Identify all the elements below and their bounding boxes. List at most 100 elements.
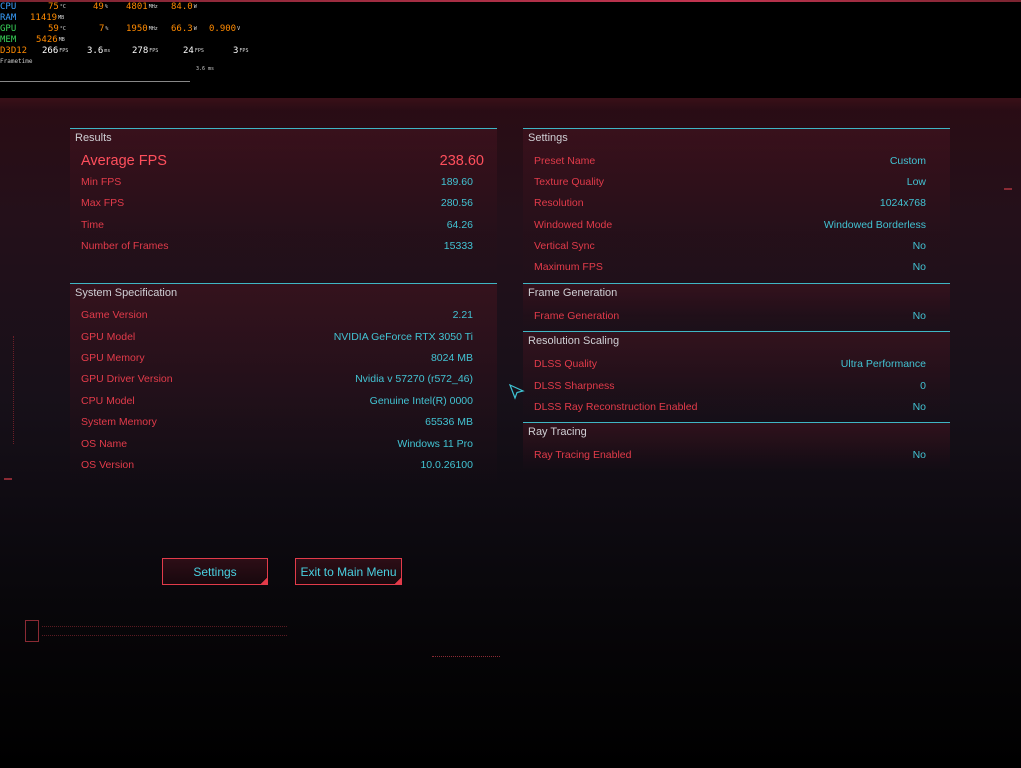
edge-marker bbox=[4, 478, 12, 480]
osd-gpu-volt: 0.900V bbox=[209, 24, 241, 34]
setting-value: Low bbox=[906, 176, 926, 188]
setting-label: Preset Name bbox=[534, 155, 596, 167]
setting-label: DLSS Ray Reconstruction Enabled bbox=[534, 401, 698, 413]
setting-row: DLSS Ray Reconstruction Enabled No bbox=[534, 397, 926, 417]
setting-row: Maximum FPS No bbox=[534, 257, 926, 277]
ray-tracing-section: Ray Tracing Ray Tracing Enabled No bbox=[523, 422, 950, 471]
osd-fps-min: 3FPS bbox=[233, 46, 249, 56]
settings-title: Settings bbox=[528, 132, 568, 144]
setting-row: DLSS Quality Ultra Performance bbox=[534, 354, 926, 374]
spec-label: CPU Model bbox=[81, 395, 135, 407]
spec-label: Game Version bbox=[81, 309, 148, 321]
spec-value: Genuine Intel(R) 0000 bbox=[369, 395, 473, 407]
performance-overlay: CPU 75°C 49% 4801MHz 84.0W RAM 11419MB G… bbox=[0, 0, 260, 62]
osd-gpu-clock: 1950MHz bbox=[126, 24, 158, 34]
spec-row: GPU Model NVIDIA GeForce RTX 3050 Ti bbox=[81, 327, 473, 347]
osd-ram-label: RAM bbox=[0, 13, 17, 23]
setting-label: Resolution bbox=[534, 197, 584, 209]
osd-cpu-load: 49% bbox=[93, 2, 108, 12]
setting-row: Preset Name Custom bbox=[534, 151, 926, 171]
mouse-cursor-icon bbox=[509, 384, 525, 400]
osd-gpu-power: 66.3W bbox=[171, 24, 197, 34]
osd-frametime-ms: 3.6 ms bbox=[196, 66, 215, 72]
spec-row: Game Version 2.21 bbox=[81, 305, 473, 325]
setting-label: Texture Quality bbox=[534, 176, 605, 188]
osd-gpu-load: 7% bbox=[99, 24, 109, 34]
setting-row: Texture Quality Low bbox=[534, 172, 926, 192]
ray-tracing-title: Ray Tracing bbox=[528, 426, 587, 438]
settings-button[interactable]: Settings bbox=[162, 558, 268, 585]
spec-row: OS Version 10.0.26100 bbox=[81, 455, 473, 475]
spec-label: OS Version bbox=[81, 459, 135, 471]
osd-frametime-graph bbox=[0, 81, 190, 82]
setting-value: No bbox=[912, 401, 926, 413]
spec-label: GPU Memory bbox=[81, 352, 145, 364]
osd-cpu-clock: 4801MHz bbox=[126, 2, 158, 12]
legal-text-decoration bbox=[42, 626, 287, 636]
system-spec-section: System Specification Game Version 2.21 GP… bbox=[70, 283, 497, 484]
setting-row: Ray Tracing Enabled No bbox=[534, 445, 926, 465]
spec-value: 2.21 bbox=[452, 309, 473, 321]
average-fps-label: Average FPS bbox=[81, 153, 167, 169]
spec-label: OS Name bbox=[81, 438, 128, 450]
average-fps-value: 238.60 bbox=[439, 153, 484, 169]
footer-decoration bbox=[432, 656, 500, 659]
spec-row: CPU Model Genuine Intel(R) 0000 bbox=[81, 391, 473, 411]
setting-row: Resolution 1024x768 bbox=[534, 193, 926, 213]
spec-label: GPU Model bbox=[81, 331, 136, 343]
average-fps-row: Average FPS 238.60 bbox=[81, 151, 484, 171]
result-row: Max FPS 280.56 bbox=[81, 193, 473, 213]
spec-value: 65536 MB bbox=[425, 416, 473, 428]
setting-value: No bbox=[912, 240, 926, 252]
exit-to-main-menu-button[interactable]: Exit to Main Menu bbox=[295, 558, 402, 585]
setting-value: 1024x768 bbox=[879, 197, 926, 209]
result-row: Min FPS 189.60 bbox=[81, 172, 473, 192]
setting-label: DLSS Quality bbox=[534, 358, 598, 370]
results-section: Results Average FPS 238.60 Min FPS 189.60… bbox=[70, 128, 497, 281]
osd-gpu-temp: 59°C bbox=[48, 24, 66, 34]
setting-value: Windowed Borderless bbox=[823, 219, 926, 231]
osd-frametime: 3.6ms bbox=[87, 46, 111, 56]
setting-label: Maximum FPS bbox=[534, 261, 603, 273]
osd-fps: 266FPS bbox=[42, 46, 69, 56]
results-title: Results bbox=[75, 132, 112, 144]
spec-value: NVIDIA GeForce RTX 3050 Ti bbox=[333, 331, 473, 343]
setting-value: Ultra Performance bbox=[840, 358, 926, 370]
spec-value: 10.0.26100 bbox=[420, 459, 473, 471]
setting-label: Frame Generation bbox=[534, 310, 620, 322]
setting-label: DLSS Sharpness bbox=[534, 380, 615, 392]
setting-row: Windowed Mode Windowed Borderless bbox=[534, 215, 926, 235]
setting-value: No bbox=[912, 449, 926, 461]
setting-label: Ray Tracing Enabled bbox=[534, 449, 632, 461]
spec-row: OS Name Windows 11 Pro bbox=[81, 434, 473, 454]
spec-value: 8024 MB bbox=[430, 352, 473, 364]
spec-row: GPU Driver Version Nvidia v 57270 (r572_4… bbox=[81, 369, 473, 389]
osd-ram-used: 11419MB bbox=[30, 13, 65, 23]
spec-value: Nvidia v 57270 (r572_46) bbox=[355, 373, 473, 385]
osd-mem-used: 5426MB bbox=[36, 35, 65, 45]
result-label: Number of Frames bbox=[81, 240, 169, 252]
result-label: Min FPS bbox=[81, 176, 122, 188]
resolution-scaling-title: Resolution Scaling bbox=[528, 335, 620, 347]
result-row: Time 64.26 bbox=[81, 215, 473, 235]
result-value: 64.26 bbox=[446, 219, 473, 231]
version-badge-icon bbox=[25, 620, 39, 642]
spec-label: System Memory bbox=[81, 416, 157, 428]
setting-row: DLSS Sharpness 0 bbox=[534, 376, 926, 396]
benchmark-results-screen: Results Average FPS 238.60 Min FPS 189.60… bbox=[0, 98, 1021, 768]
osd-mem-label: MEM bbox=[0, 35, 17, 45]
osd-fps-low: 24FPS bbox=[183, 46, 204, 56]
spec-row: System Memory 65536 MB bbox=[81, 412, 473, 432]
result-row: Number of Frames 15333 bbox=[81, 236, 473, 256]
spec-value: Windows 11 Pro bbox=[397, 438, 473, 450]
setting-value: No bbox=[912, 261, 926, 273]
edge-marker bbox=[1004, 188, 1012, 190]
result-label: Max FPS bbox=[81, 197, 125, 209]
result-value: 189.60 bbox=[440, 176, 473, 188]
frame-generation-section: Frame Generation Frame Generation No bbox=[523, 283, 950, 328]
system-spec-title: System Specification bbox=[75, 287, 178, 299]
spec-label: GPU Driver Version bbox=[81, 373, 173, 385]
setting-label: Vertical Sync bbox=[534, 240, 595, 252]
result-label: Time bbox=[81, 219, 104, 231]
setting-value: Custom bbox=[889, 155, 926, 167]
